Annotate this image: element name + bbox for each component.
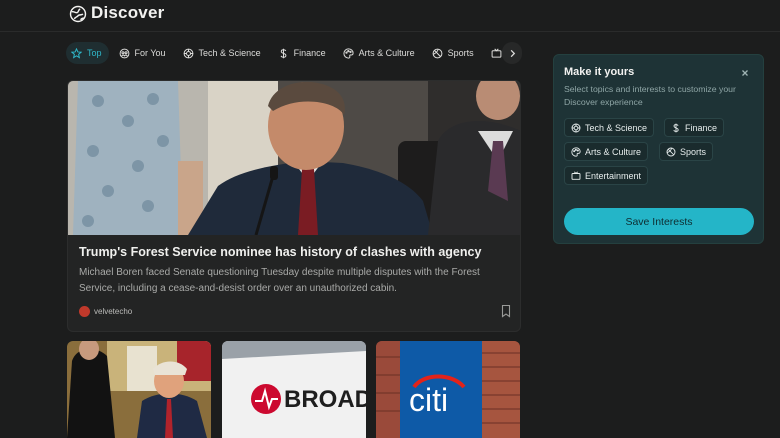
tab-label: Tech & Science (198, 48, 261, 58)
palette-icon (343, 47, 354, 59)
ball-icon (666, 147, 676, 156)
chevron-right-icon (510, 49, 515, 57)
page-title: Discover (91, 3, 165, 22)
article-card[interactable]: citi (376, 341, 520, 438)
palette-icon (571, 146, 581, 157)
tabs-scroll-right-button[interactable] (502, 42, 522, 64)
hero-title[interactable]: Trump's Forest Service nominee has histo… (79, 245, 509, 259)
chip-label: Finance (685, 122, 718, 133)
broadcom-sign-photo: BROADC (222, 341, 366, 438)
interests-panel: Make it yours Select topics and interest… (553, 54, 764, 244)
tab-for-you[interactable]: For You (114, 42, 173, 64)
tab-tech-science[interactable]: Tech & Science (178, 42, 268, 64)
bookmark-icon[interactable] (500, 304, 512, 318)
top-bar: Discover (0, 0, 780, 32)
chip-sports[interactable]: Sports (659, 142, 714, 161)
close-icon[interactable] (740, 68, 750, 78)
panel-title: Make it yours (564, 66, 635, 78)
chip-label: Arts & Culture (585, 146, 642, 157)
tv-icon (571, 171, 581, 180)
dollar-icon (280, 48, 286, 58)
chip-icon (183, 48, 193, 58)
star-icon (71, 47, 82, 59)
tab-label: For You (134, 48, 166, 58)
tab-finance[interactable]: Finance (273, 42, 333, 64)
tab-sports[interactable]: Sports (427, 42, 481, 64)
source-name[interactable]: velvetecho (94, 307, 132, 316)
sign-text: BROADC (284, 386, 366, 413)
tab-label: Sports (447, 48, 474, 58)
people-icon (119, 48, 129, 58)
chip-finance[interactable]: Finance (664, 118, 725, 137)
tab-label: Top (87, 48, 102, 58)
tab-top[interactable]: Top (66, 42, 109, 64)
tab-label: Finance (293, 48, 326, 58)
chip-tech-science[interactable]: Tech & Science (564, 118, 655, 137)
dollar-icon (673, 123, 679, 132)
tv-icon (491, 48, 502, 58)
chip-icon (571, 123, 581, 132)
save-interests-button[interactable]: Save Interests (564, 208, 754, 235)
chip-entertainment[interactable]: Entertainment (564, 166, 649, 185)
article-card[interactable]: BROADC (222, 341, 366, 438)
chip-label: Tech & Science (585, 122, 648, 133)
ball-icon (432, 48, 443, 58)
chip-label: Entertainment (585, 170, 642, 181)
category-tabs: Top For You Tech & Science Finance Arts … (66, 42, 508, 64)
hero-article-card[interactable]: Trump's Forest Service nominee has histo… (67, 80, 521, 332)
tab-label: Arts & Culture (358, 48, 415, 58)
tab-arts-culture[interactable]: Arts & Culture (338, 42, 422, 64)
citi-sign-photo: citi (376, 341, 520, 438)
globe-icon (69, 5, 87, 23)
chip-arts-culture[interactable]: Arts & Culture (564, 142, 649, 161)
hero-description: Michael Boren faced Senate questioning T… (79, 267, 480, 294)
article-card[interactable] (67, 341, 211, 438)
people-at-desk-photo (67, 341, 211, 438)
source-avatar (79, 306, 90, 317)
chip-label: Sports (680, 146, 707, 157)
panel-subtitle: Select topics and interests to customize… (564, 84, 736, 107)
hero-photo (68, 81, 520, 235)
sign-text: citi (409, 382, 448, 418)
